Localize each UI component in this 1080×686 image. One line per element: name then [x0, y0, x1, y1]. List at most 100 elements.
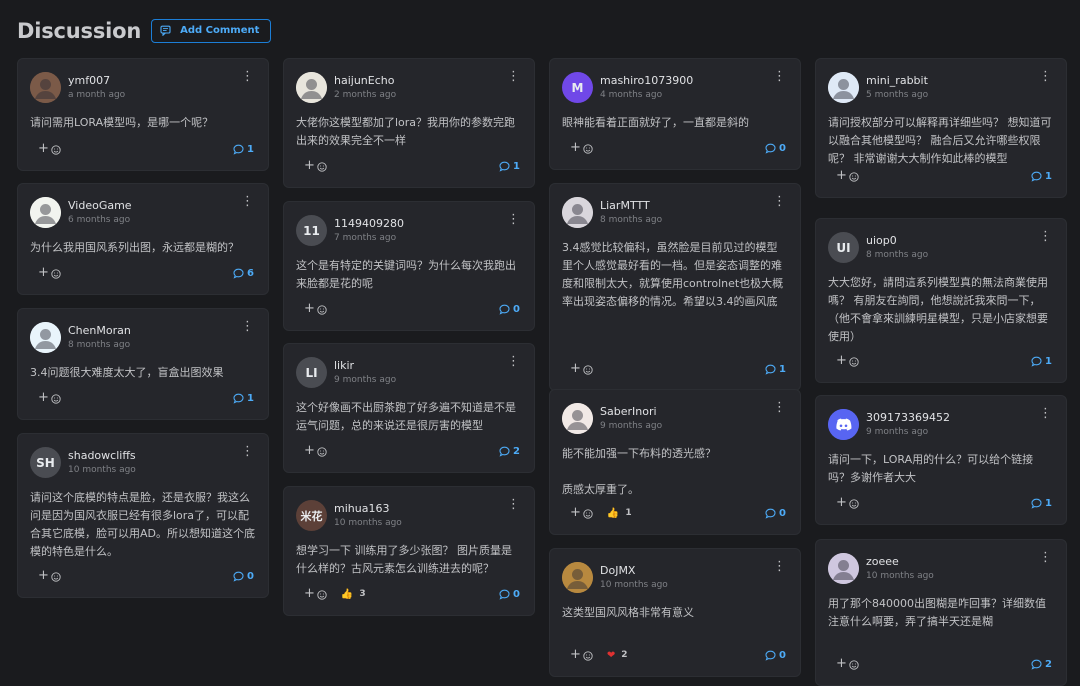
add-reaction-button[interactable]: + — [304, 442, 327, 461]
comment-bubble-icon — [1031, 356, 1045, 367]
comment-text: 这个是有特定的关键词吗？为什么每次我跑出来脸都是花的呢 — [296, 259, 516, 290]
more-options-icon[interactable]: ⋮ — [773, 401, 786, 414]
avatar[interactable] — [562, 562, 593, 593]
more-options-icon[interactable]: ⋮ — [1039, 407, 1052, 420]
reaction-count: 1 — [625, 508, 632, 518]
more-options-icon[interactable]: ⋮ — [773, 70, 786, 83]
username-link[interactable]: ymf007 — [68, 74, 110, 87]
add-comment-button[interactable]: Add Comment — [151, 18, 272, 43]
replies-button[interactable]: 1 — [1031, 171, 1052, 182]
avatar[interactable] — [828, 409, 859, 440]
more-options-icon[interactable]: ⋮ — [773, 195, 786, 208]
reply-count: 1 — [247, 143, 254, 155]
more-options-icon[interactable]: ⋮ — [507, 498, 520, 511]
replies-button[interactable]: 1 — [1031, 498, 1052, 509]
replies-button[interactable]: 2 — [1031, 659, 1052, 670]
comment-time: 5 months ago — [866, 90, 929, 100]
more-options-icon[interactable]: ⋮ — [773, 560, 786, 573]
replies-button[interactable]: 1 — [499, 161, 520, 172]
username-link[interactable]: shadowcliffs — [68, 449, 136, 462]
more-options-icon[interactable]: ⋮ — [241, 320, 254, 333]
avatar[interactable] — [296, 72, 327, 103]
more-options-icon[interactable]: ⋮ — [1039, 70, 1052, 83]
replies-button[interactable]: 1 — [233, 393, 254, 404]
add-reaction-button[interactable]: + — [570, 646, 593, 665]
add-reaction-button[interactable]: + — [836, 494, 859, 513]
add-reaction-button[interactable]: + — [38, 567, 61, 586]
username-link[interactable]: uiop0 — [866, 234, 897, 247]
username-link[interactable]: DoJMX — [600, 564, 635, 577]
replies-button[interactable]: 1 — [233, 144, 254, 155]
username-link[interactable]: likir — [334, 359, 354, 372]
avatar[interactable] — [30, 197, 61, 228]
avatar[interactable]: SH — [30, 447, 61, 478]
replies-button[interactable]: 0 — [499, 304, 520, 315]
username-link[interactable]: LiarMTTT — [600, 199, 650, 212]
replies-button[interactable]: 2 — [499, 446, 520, 457]
more-options-icon[interactable]: ⋮ — [507, 70, 520, 83]
replies-button[interactable]: 1 — [765, 364, 786, 375]
more-options-icon[interactable]: ⋮ — [1039, 551, 1052, 564]
avatar[interactable] — [562, 197, 593, 228]
add-reaction-button[interactable]: + — [836, 167, 859, 186]
replies-button[interactable]: 0 — [765, 650, 786, 661]
add-reaction-button[interactable]: + — [570, 360, 593, 379]
comment-footer: + ❤ 2 0 — [570, 648, 786, 662]
replies-button[interactable]: 1 — [1031, 356, 1052, 367]
add-reaction-button[interactable]: + — [570, 139, 593, 158]
reply-count: 0 — [247, 570, 254, 582]
replies-button[interactable]: 0 — [499, 589, 520, 600]
replies-button[interactable]: 0 — [765, 143, 786, 154]
add-reaction-button[interactable]: + — [38, 389, 61, 408]
avatar[interactable] — [30, 72, 61, 103]
avatar[interactable]: 11 — [296, 215, 327, 246]
add-reaction-button[interactable]: + — [304, 585, 327, 604]
add-reaction-button[interactable]: + — [304, 157, 327, 176]
comment-bubble-icon — [233, 144, 247, 155]
comment-card: UI uiop0 8 months ago ⋮ 大大您好，請問這系列模型真的無法商業使用… — [815, 218, 1067, 383]
more-options-icon[interactable]: ⋮ — [241, 445, 254, 458]
replies-button[interactable]: 0 — [765, 508, 786, 519]
username-link[interactable]: mihua163 — [334, 502, 389, 515]
reaction-badge[interactable]: ❤ 2 — [607, 650, 628, 661]
add-reaction-button[interactable]: + — [836, 352, 859, 371]
more-options-icon[interactable]: ⋮ — [1039, 230, 1052, 243]
add-reaction-button[interactable]: + — [304, 300, 327, 319]
comment-footer: +1 — [836, 496, 1052, 510]
add-reaction-button[interactable]: + — [38, 264, 61, 283]
more-options-icon[interactable]: ⋮ — [507, 355, 520, 368]
username-link[interactable]: SaberInori — [600, 405, 657, 418]
username-link[interactable]: mashiro1073900 — [600, 74, 693, 87]
username-link[interactable]: 309173369452 — [866, 411, 950, 424]
add-reaction-button[interactable]: + — [570, 504, 593, 523]
reaction-badge[interactable]: 👍 1 — [607, 508, 632, 519]
avatar[interactable]: 米花 — [296, 500, 327, 531]
avatar[interactable] — [828, 553, 859, 584]
comment-time: a month ago — [68, 90, 126, 100]
more-options-icon[interactable]: ⋮ — [507, 213, 520, 226]
comment-bubble-icon — [499, 446, 513, 457]
avatar[interactable]: UI — [828, 232, 859, 263]
replies-button[interactable]: 6 — [233, 268, 254, 279]
more-options-icon[interactable]: ⋮ — [241, 70, 254, 83]
comment-bubble-icon — [233, 268, 247, 279]
username-link[interactable]: zoeee — [866, 555, 899, 568]
more-options-icon[interactable]: ⋮ — [241, 195, 254, 208]
reaction-badge[interactable]: 👍 3 — [341, 589, 366, 600]
username-link[interactable]: 1149409280 — [334, 217, 404, 230]
avatar[interactable] — [30, 322, 61, 353]
avatar[interactable]: M — [562, 72, 593, 103]
smile-icon — [849, 494, 859, 513]
username-link[interactable]: haijunEcho — [334, 74, 394, 87]
avatar[interactable]: LI — [296, 357, 327, 388]
username-link[interactable]: VideoGame — [68, 199, 132, 212]
add-reaction-button[interactable]: + — [38, 140, 61, 159]
username-link[interactable]: mini_rabbit — [866, 74, 928, 87]
avatar[interactable] — [828, 72, 859, 103]
replies-button[interactable]: 0 — [233, 571, 254, 582]
comment-time: 8 months ago — [68, 340, 131, 350]
comment-bubble-icon — [233, 393, 247, 404]
avatar[interactable] — [562, 403, 593, 434]
username-link[interactable]: ChenMoran — [68, 324, 131, 337]
add-reaction-button[interactable]: + — [836, 655, 859, 674]
